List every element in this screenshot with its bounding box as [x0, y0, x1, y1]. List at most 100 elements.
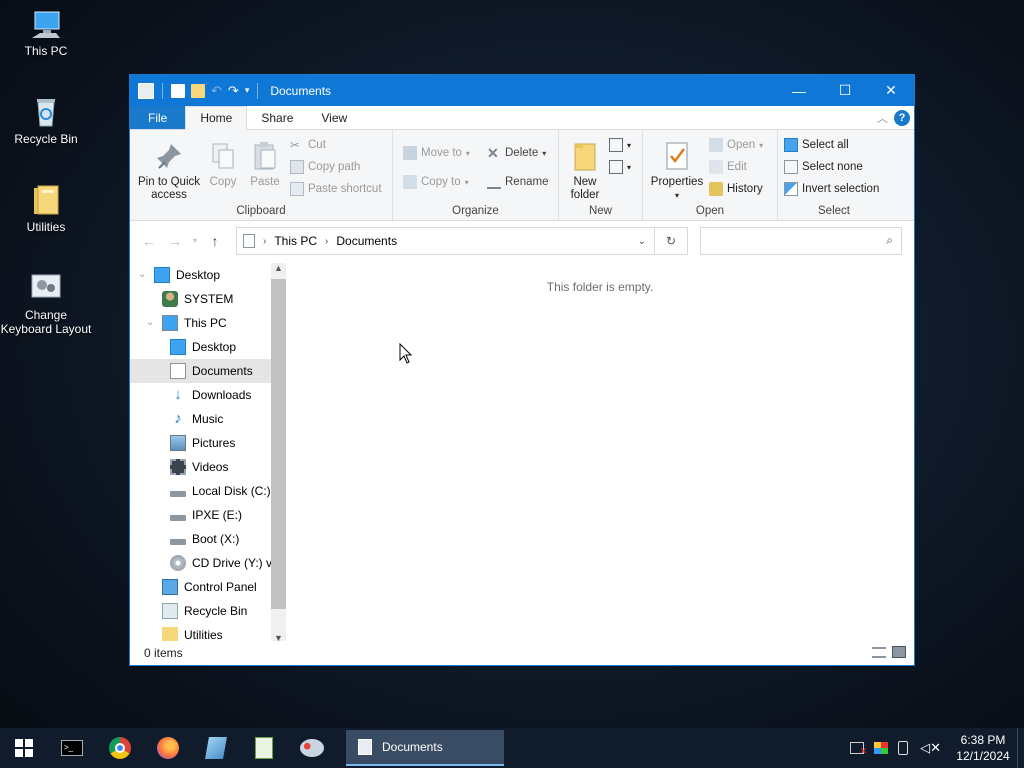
- rename-button[interactable]: Rename: [487, 175, 548, 189]
- clock-time: 6:38 PM: [960, 733, 1006, 747]
- easy-access-button[interactable]: ▾: [609, 160, 631, 174]
- paste-button[interactable]: Paste: [244, 140, 286, 189]
- address-bar[interactable]: › This PC › Documents ⌄: [236, 227, 655, 255]
- tab-view[interactable]: View: [307, 107, 361, 129]
- nav-item-ipxe-e[interactable]: IPXE (E:): [130, 503, 271, 527]
- new-item-button[interactable]: ▾: [609, 138, 631, 152]
- back-button[interactable]: ←: [136, 233, 162, 249]
- desktop-icon-recycle-bin[interactable]: Recycle Bin: [0, 96, 92, 146]
- usb-icon[interactable]: [898, 741, 909, 755]
- breadcrumb-documents[interactable]: Documents: [336, 234, 397, 248]
- up-button[interactable]: ↑: [202, 233, 228, 249]
- paint-button[interactable]: [288, 728, 336, 768]
- title-bar[interactable]: ↶ ↷ ▾ Documents — ☐ ✕: [130, 75, 914, 106]
- new-folder-button[interactable]: New folder: [563, 140, 607, 202]
- scroll-up-arrow-icon[interactable]: ▲: [271, 263, 286, 273]
- nav-item-desktop-sub[interactable]: Desktop: [130, 335, 271, 359]
- taskbar-window-documents[interactable]: Documents: [346, 730, 504, 766]
- cut-button[interactable]: ✂ Cut: [290, 138, 326, 152]
- nav-item-recycle-bin[interactable]: Recycle Bin: [130, 599, 271, 623]
- edit-button[interactable]: Edit: [709, 160, 747, 174]
- breadcrumb-separator-icon[interactable]: ›: [263, 236, 266, 247]
- select-all-button[interactable]: Select all: [784, 138, 849, 152]
- desktop-icon-this-pc[interactable]: This PC: [0, 8, 92, 58]
- new-folder-icon: [569, 140, 601, 172]
- nav-item-cd-drive-y[interactable]: CD Drive (Y:) vi: [130, 551, 271, 575]
- clock[interactable]: 6:38 PM 12/1/2024: [949, 732, 1017, 764]
- nav-item-documents[interactable]: Documents: [130, 359, 271, 383]
- nav-item-this-pc[interactable]: This PC: [130, 311, 271, 335]
- maximize-button[interactable]: ☐: [822, 75, 868, 106]
- invert-selection-button[interactable]: Invert selection: [784, 182, 879, 196]
- breadcrumb-this-pc[interactable]: This PC: [274, 234, 317, 248]
- details-view-icon[interactable]: [872, 647, 886, 658]
- navigation-pane[interactable]: ⌄ Desktop SYSTEM ⌄ This PC Desktop Docum…: [130, 263, 286, 643]
- history-button[interactable]: History: [709, 182, 763, 196]
- minimize-button[interactable]: —: [776, 75, 822, 106]
- help-icon[interactable]: ?: [894, 110, 910, 126]
- nav-item-system[interactable]: SYSTEM: [130, 287, 271, 311]
- close-button[interactable]: ✕: [868, 75, 914, 106]
- this-pc-icon: [30, 8, 62, 40]
- pictures-icon: [170, 435, 186, 451]
- nav-item-videos[interactable]: Videos: [130, 455, 271, 479]
- refresh-button[interactable]: ↻: [655, 227, 688, 255]
- nav-item-pictures[interactable]: Pictures: [130, 431, 271, 455]
- notepad-button[interactable]: [192, 728, 240, 768]
- copy-button[interactable]: Copy: [202, 140, 244, 189]
- large-icons-view-icon[interactable]: [892, 646, 906, 658]
- delete-button[interactable]: ✕ Delete ▾: [487, 146, 546, 160]
- nav-item-boot-x[interactable]: Boot (X:): [130, 527, 271, 551]
- pin-to-quick-access-button[interactable]: Pin to Quick access: [136, 140, 202, 202]
- new-group: New folder ▾ ▾ New: [559, 130, 643, 220]
- window-document-icon[interactable]: [138, 82, 154, 99]
- copy-to-button[interactable]: Copy to ▾: [403, 175, 469, 189]
- desktop-icon-utilities[interactable]: Utilities: [0, 184, 92, 234]
- copy-path-button[interactable]: Copy path: [290, 160, 360, 174]
- start-button[interactable]: [0, 728, 48, 768]
- navigation-scrollbar[interactable]: ▲ ▼: [271, 263, 286, 643]
- select-none-button[interactable]: Select none: [784, 160, 863, 174]
- tab-share[interactable]: Share: [247, 107, 307, 129]
- scrollbar-thumb[interactable]: [271, 279, 286, 609]
- new-folder-qat-icon[interactable]: [191, 83, 205, 98]
- forward-button[interactable]: →: [162, 233, 188, 249]
- undo-icon[interactable]: ↶: [211, 83, 222, 99]
- desktop-icon-change-keyboard-layout[interactable]: Change Keyboard Layout: [0, 272, 92, 336]
- search-input[interactable]: ⌕: [700, 227, 902, 255]
- redo-icon[interactable]: ↷: [228, 83, 239, 99]
- open-button[interactable]: Open ▾: [709, 138, 763, 152]
- drive-icon: [170, 491, 186, 497]
- chrome-button[interactable]: [96, 728, 144, 768]
- terminal-button[interactable]: >_: [48, 728, 96, 768]
- user-icon: [162, 291, 178, 307]
- nav-item-downloads[interactable]: ↓ Downloads: [130, 383, 271, 407]
- nav-item-utilities[interactable]: Utilities: [130, 623, 271, 643]
- properties-qat-icon[interactable]: [171, 83, 185, 98]
- spreadsheet-button[interactable]: [240, 728, 288, 768]
- qat-dropdown-icon[interactable]: ▾: [245, 85, 250, 96]
- volume-muted-icon[interactable]: ◁✕: [920, 740, 941, 756]
- nav-item-desktop[interactable]: Desktop: [130, 263, 271, 287]
- recent-locations-icon[interactable]: ▾: [188, 236, 202, 245]
- easy-access-icon: [609, 160, 623, 174]
- copy-icon: [207, 140, 239, 172]
- breadcrumb-separator-icon[interactable]: ›: [325, 236, 328, 247]
- tab-home[interactable]: Home: [185, 106, 248, 130]
- address-history-dropdown-icon[interactable]: ⌄: [638, 236, 646, 247]
- show-desktop-button[interactable]: [1017, 728, 1024, 768]
- display-icon[interactable]: [874, 742, 889, 754]
- tab-file[interactable]: File: [130, 106, 186, 129]
- properties-button[interactable]: Properties ▾: [647, 140, 707, 202]
- network-icon[interactable]: ✕: [850, 742, 867, 756]
- nav-item-local-disk-c[interactable]: Local Disk (C:): [130, 479, 271, 503]
- nav-item-music[interactable]: ♪ Music: [130, 407, 271, 431]
- nav-item-control-panel[interactable]: Control Panel: [130, 575, 271, 599]
- collapse-ribbon-icon[interactable]: ︿: [877, 110, 888, 126]
- file-list[interactable]: This folder is empty.: [286, 263, 914, 643]
- search-field[interactable]: [707, 228, 881, 254]
- move-to-button[interactable]: Move to ▾: [403, 146, 470, 160]
- firefox-button[interactable]: [144, 728, 192, 768]
- explorer-window[interactable]: ↶ ↷ ▾ Documents — ☐ ✕ File Home Share Vi…: [129, 74, 915, 666]
- paste-shortcut-button[interactable]: Paste shortcut: [290, 182, 382, 196]
